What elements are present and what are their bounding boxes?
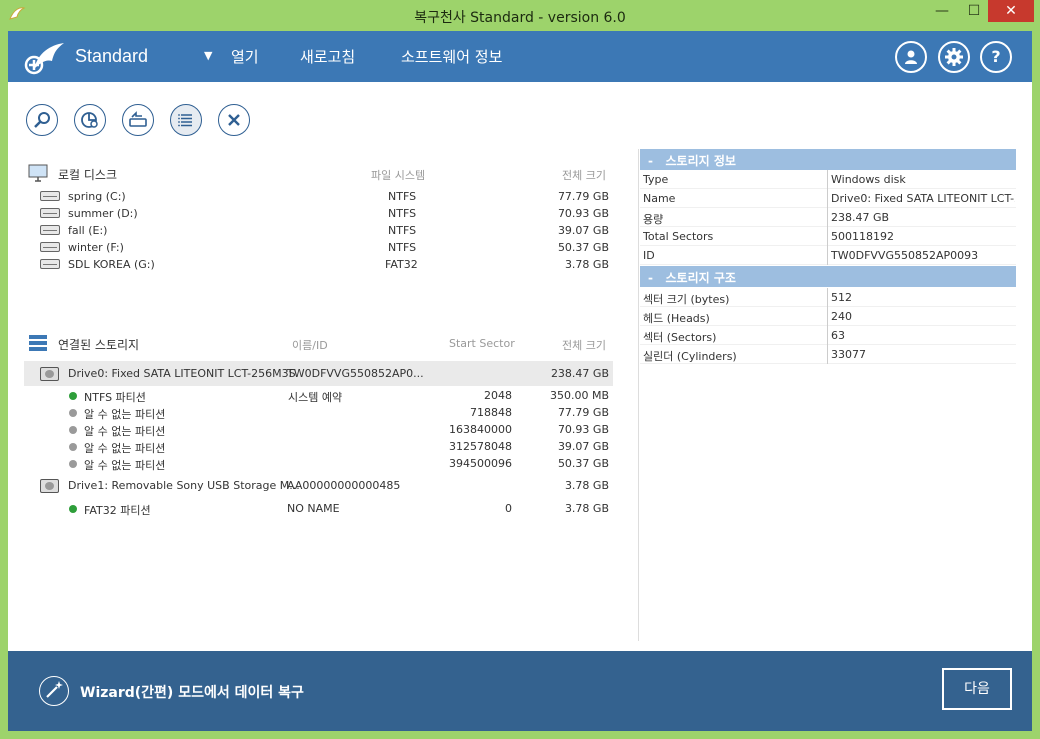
pie-chart-icon bbox=[81, 112, 98, 128]
search-icon bbox=[34, 112, 50, 128]
partition-row[interactable]: FAT32 파티션 NO NAME 0 3.78 GB bbox=[24, 500, 613, 517]
local-disk-row[interactable]: winter (F:) NTFS 50.37 GB bbox=[24, 239, 613, 256]
col-header-name-id: 이름/ID bbox=[292, 339, 328, 352]
brand-label: Standard bbox=[75, 46, 149, 66]
status-dot-icon bbox=[69, 426, 77, 434]
partition-row[interactable]: 알 수 없는 파티션 312578048 39.07 GB bbox=[24, 438, 613, 455]
user-button[interactable] bbox=[895, 41, 927, 73]
property-row: Type Windows disk bbox=[640, 170, 1016, 189]
user-icon bbox=[905, 50, 917, 64]
monitor-icon bbox=[28, 164, 48, 182]
pane-divider[interactable] bbox=[638, 149, 639, 641]
hard-drive-icon bbox=[40, 367, 59, 381]
menu-software-info[interactable]: 소프트웨어 정보 bbox=[401, 46, 502, 67]
list-icon bbox=[178, 114, 192, 127]
wizard-wand-icon[interactable] bbox=[39, 676, 69, 706]
help-button[interactable]: ? bbox=[980, 41, 1012, 73]
menu-dropdown-caret-icon[interactable]: ▼ bbox=[204, 49, 212, 62]
drive-swap-icon bbox=[129, 111, 147, 127]
property-row: 섹터 크기 (bytes) 512 bbox=[640, 288, 1016, 307]
col-header-size: 전체 크기 bbox=[562, 169, 606, 182]
close-window-button[interactable]: ✕ bbox=[988, 0, 1034, 22]
next-button[interactable]: 다음 bbox=[942, 668, 1012, 710]
status-dot-icon bbox=[69, 460, 77, 468]
property-row: 헤드 (Heads) 240 bbox=[640, 307, 1016, 326]
status-dot-icon bbox=[69, 505, 77, 513]
drive-row-drive0[interactable]: Drive0: Fixed SATA LITEONIT LCT-256M3S T… bbox=[24, 361, 613, 386]
disk-icon bbox=[40, 208, 60, 218]
menu-open[interactable]: 열기 bbox=[231, 46, 259, 67]
col-header-total-size: 전체 크기 bbox=[562, 339, 606, 352]
gear-icon bbox=[945, 48, 963, 66]
property-row: ID TW0DFVVG550852AP0093 bbox=[640, 246, 1016, 265]
connected-storage-title: 연결된 스토리지 bbox=[58, 338, 140, 352]
partition-row[interactable]: 알 수 없는 파티션 394500096 50.37 GB bbox=[24, 455, 613, 472]
partition-row[interactable]: 알 수 없는 파티션 718848 77.79 GB bbox=[24, 404, 613, 421]
status-dot-icon bbox=[69, 409, 77, 417]
footer-bar: Wizard(간편) 모드에서 데이터 복구 다음 bbox=[8, 651, 1032, 731]
hard-drive-icon bbox=[40, 479, 59, 493]
drive-row-drive1[interactable]: Drive1: Removable Sony USB Storage M... … bbox=[24, 473, 613, 498]
disk-icon bbox=[40, 259, 60, 269]
local-disk-row[interactable]: SDL KOREA (G:) FAT32 3.78 GB bbox=[24, 256, 613, 273]
close-icon bbox=[228, 114, 240, 126]
local-disk-title: 로컬 디스크 bbox=[58, 168, 118, 182]
local-disk-row[interactable]: spring (C:) NTFS 77.79 GB bbox=[24, 188, 613, 205]
disk-icon bbox=[40, 225, 60, 235]
wizard-mode-link[interactable]: Wizard(간편) 모드에서 데이터 복구 bbox=[80, 682, 304, 702]
partition-chart-button[interactable] bbox=[74, 104, 106, 136]
list-view-button[interactable] bbox=[170, 104, 202, 136]
local-disk-row[interactable]: summer (D:) NTFS 70.93 GB bbox=[24, 205, 613, 222]
property-row: NameDrive0: Fixed SATA LITEONIT LCT-256M… bbox=[640, 189, 1016, 208]
minimize-button[interactable]: — bbox=[928, 0, 956, 22]
title-bar: 복구천사 Standard - version 6.0 — ☐ ✕ bbox=[0, 0, 1040, 31]
app-header: Standard ▼ 열기 새로고침 소프트웨어 정보 ? bbox=[8, 31, 1032, 82]
storage-stack-icon bbox=[29, 335, 47, 351]
disk-icon bbox=[40, 242, 60, 252]
app-client: Standard ▼ 열기 새로고침 소프트웨어 정보 ? 로컬 디스크 파일 … bbox=[8, 31, 1032, 731]
window-title: 복구천사 Standard - version 6.0 bbox=[414, 10, 626, 26]
col-header-start-sector: Start Sector bbox=[449, 337, 515, 350]
property-row: 용량 238.47 GB bbox=[640, 208, 1016, 227]
settings-button[interactable] bbox=[938, 41, 970, 73]
angel-wing-logo-icon bbox=[24, 43, 64, 75]
col-header-filesystem: 파일 시스템 bbox=[371, 169, 426, 182]
close-button[interactable] bbox=[218, 104, 250, 136]
property-row: 섹터 (Sectors) 63 bbox=[640, 326, 1016, 345]
storage-info-group-header[interactable]: - 스토리지 정보 bbox=[640, 149, 1016, 170]
local-disk-row[interactable]: fall (E:) NTFS 39.07 GB bbox=[24, 222, 613, 239]
property-row: 실린더 (Cylinders) 33077 bbox=[640, 345, 1016, 364]
drive-list-pane: 로컬 디스크 파일 시스템 전체 크기 spring (C:) NTFS 77.… bbox=[24, 151, 614, 641]
menu-refresh[interactable]: 새로고침 bbox=[300, 46, 355, 67]
scan-button[interactable] bbox=[26, 104, 58, 136]
maximize-button[interactable]: ☐ bbox=[960, 0, 988, 22]
storage-structure-group-header[interactable]: - 스토리지 구조 bbox=[640, 266, 1016, 287]
partition-row[interactable]: NTFS 파티션 시스템 예약 2048 350.00 MB bbox=[24, 387, 613, 404]
disk-icon bbox=[40, 191, 60, 201]
status-dot-icon bbox=[69, 392, 77, 400]
status-dot-icon bbox=[69, 443, 77, 451]
partition-row[interactable]: 알 수 없는 파티션 163840000 70.93 GB bbox=[24, 421, 613, 438]
drive-swap-button[interactable] bbox=[122, 104, 154, 136]
property-row: Total Sectors 500118192 bbox=[640, 227, 1016, 246]
